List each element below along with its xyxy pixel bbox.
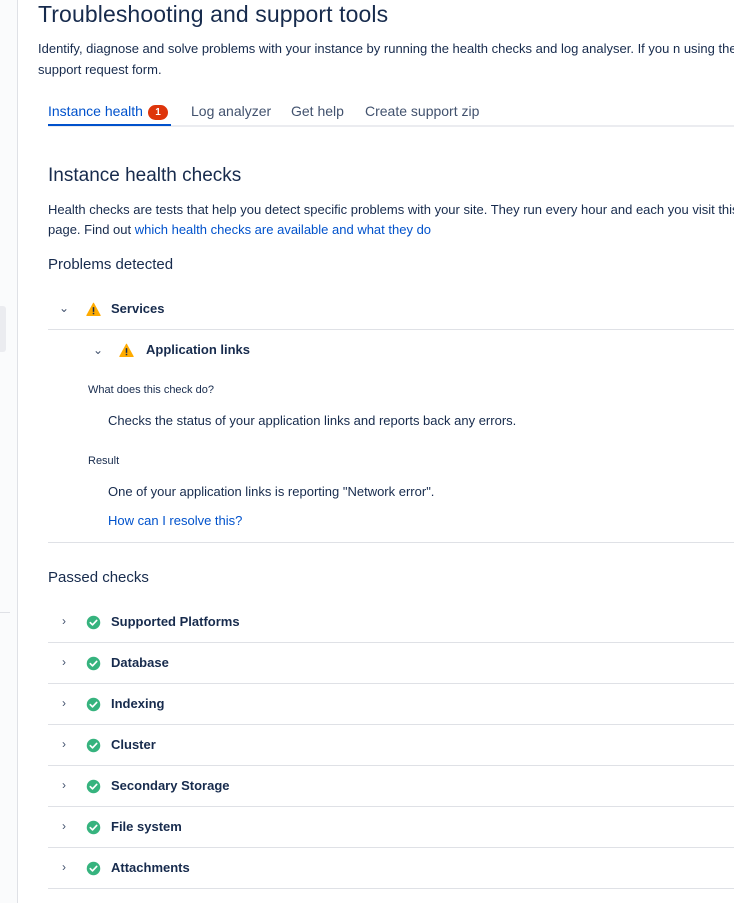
warning-icon: [119, 343, 134, 357]
result-text: One of your application links is reporti…: [108, 484, 435, 499]
tab-log-analyzer[interactable]: Log analyzer: [191, 103, 271, 119]
sidebar-resize-handle[interactable]: [0, 306, 6, 352]
chevron-right-icon[interactable]: ›: [58, 696, 70, 710]
check-circle-icon: [86, 738, 101, 753]
check-circle-icon: [86, 779, 101, 794]
passed-check-label: Cluster: [111, 737, 156, 752]
tab-issue-count-badge: 1: [147, 105, 168, 120]
active-tab-indicator: [48, 124, 171, 126]
tab-instance-health[interactable]: Instance health 1: [48, 103, 168, 120]
check-circle-icon: [86, 656, 101, 671]
chevron-down-icon[interactable]: ⌄: [58, 301, 70, 315]
problems-detected-heading: Problems detected: [48, 256, 174, 273]
passed-check-label: Database: [111, 655, 169, 670]
check-circle-icon: [86, 697, 101, 712]
health-checks-title: Instance health checks: [48, 165, 242, 186]
passed-check-row[interactable]: › Attachments: [48, 848, 734, 889]
chevron-right-icon[interactable]: ›: [58, 655, 70, 669]
chevron-down-icon[interactable]: ⌄: [93, 343, 103, 357]
problems-divider: [48, 542, 734, 543]
passed-check-label: Indexing: [111, 696, 165, 711]
chevron-right-icon[interactable]: ›: [58, 778, 70, 792]
passed-check-row[interactable]: › Cluster: [48, 725, 734, 766]
passed-check-row[interactable]: › File system: [48, 807, 734, 848]
check-circle-icon: [86, 861, 101, 876]
result-label: Result: [88, 455, 120, 467]
passed-check-row[interactable]: › Supported Platforms: [48, 602, 734, 643]
chevron-right-icon[interactable]: ›: [58, 819, 70, 833]
passed-check-row[interactable]: › Database: [48, 643, 734, 684]
page-description: Identify, diagnose and solve problems wi…: [38, 41, 734, 77]
health-checks-description: Health checks are tests that help you de…: [48, 200, 734, 240]
services-group-row[interactable]: ⌄ Services: [48, 289, 734, 330]
available-checks-link[interactable]: which health checks are available and wh…: [135, 222, 431, 237]
warning-icon: [86, 302, 101, 316]
passed-check-label: Secondary Storage: [111, 778, 230, 793]
sidebar-divider: [0, 612, 10, 613]
check-circle-icon: [86, 820, 101, 835]
passed-check-row[interactable]: › Indexing: [48, 684, 734, 725]
chevron-right-icon[interactable]: ›: [58, 614, 70, 628]
tab-get-help[interactable]: Get help: [291, 103, 344, 119]
tab-create-support-zip[interactable]: Create support zip: [365, 103, 479, 119]
left-sidebar-rail: [0, 0, 18, 903]
resolve-link[interactable]: How can I resolve this?: [108, 513, 242, 528]
check-description-text: Checks the status of your application li…: [108, 413, 517, 428]
check-circle-icon: [86, 615, 101, 630]
chevron-right-icon[interactable]: ›: [58, 860, 70, 874]
tab-bar: Instance health 1 Log analyzer Get help C…: [48, 100, 734, 127]
chevron-right-icon[interactable]: ›: [58, 737, 70, 751]
passed-check-row[interactable]: › Secondary Storage: [48, 766, 734, 807]
passed-checks-heading: Passed checks: [48, 569, 149, 586]
passed-check-label: File system: [111, 819, 182, 834]
application-links-label: Application links: [146, 342, 251, 357]
tab-instance-health-label: Instance health: [48, 103, 143, 119]
passed-check-label: Supported Platforms: [111, 614, 240, 629]
services-group-label: Services: [111, 301, 165, 316]
page-title: Troubleshooting and support tools: [38, 1, 389, 27]
passed-check-label: Attachments: [111, 860, 190, 875]
what-does-check-do-label: What does this check do?: [88, 384, 214, 396]
